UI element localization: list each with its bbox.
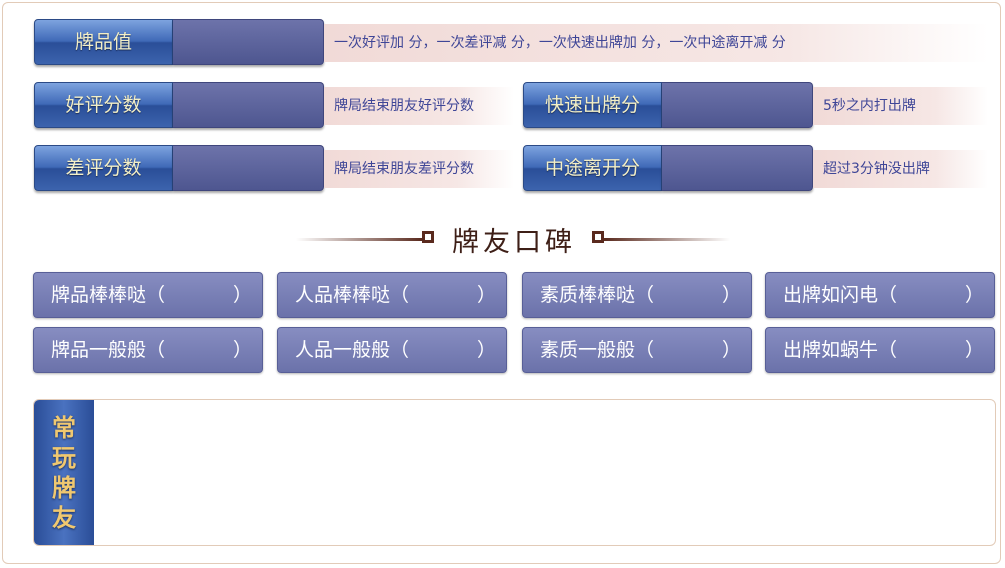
left-midway-label: 中途离开分 — [523, 145, 662, 191]
divider-line-left — [296, 238, 422, 241]
rating-label: 牌品值 — [34, 19, 173, 65]
bad-reviews-value — [173, 145, 324, 191]
tag-good-character[interactable]: 人品棒棒哒（ ） — [277, 272, 507, 318]
friends-label-char: 常 — [52, 412, 76, 442]
bad-reviews-desc: 牌局结束朋友差评分数 — [324, 150, 514, 188]
tag-paren-close: ） — [232, 284, 252, 306]
tag-good-conduct[interactable]: 素质棒棒哒（ ） — [522, 272, 752, 318]
tag-good-card-manners[interactable]: 牌品棒棒哒（ ） — [33, 272, 263, 318]
tag-label: 人品棒棒哒（ — [295, 284, 410, 306]
divider-ornament-left — [422, 231, 434, 243]
friends-label-char: 牌 — [52, 472, 76, 502]
frequent-friends-panel — [33, 399, 996, 546]
divider-line-right — [604, 238, 730, 241]
tag-slow-play[interactable]: 出牌如蜗牛（ ） — [765, 327, 995, 373]
tag-paren-close: ） — [721, 339, 741, 361]
bad-reviews-label: 差评分数 — [34, 145, 173, 191]
tag-paren-close: ） — [476, 284, 496, 306]
divider-ornament-right — [592, 231, 604, 243]
tag-fast-play[interactable]: 出牌如闪电（ ） — [765, 272, 995, 318]
reputation-title: 牌友口碑 — [452, 227, 576, 258]
tag-label: 素质一般般（ — [540, 339, 655, 361]
tag-average-card-manners[interactable]: 牌品一般般（ ） — [33, 327, 263, 373]
friends-label-char: 玩 — [52, 442, 76, 472]
friends-label-char: 友 — [52, 502, 76, 532]
reputation-title-divider: 牌友口碑 — [0, 218, 1005, 258]
quick-play-desc: 5秒之内打出牌 — [813, 87, 988, 125]
rating-value — [173, 19, 324, 65]
rating-rules-text: 一次好评加 分，一次差评减 分，一次快速出牌加 分，一次中途离开减 分 — [324, 24, 988, 62]
left-midway-desc: 超过3分钟没出牌 — [813, 150, 988, 188]
good-reviews-label: 好评分数 — [34, 82, 173, 128]
quick-play-value — [662, 82, 813, 128]
tag-label: 牌品一般般（ — [51, 339, 166, 361]
tag-paren-close: ） — [721, 284, 741, 306]
tag-paren-close: ） — [232, 339, 252, 361]
tag-average-character[interactable]: 人品一般般（ ） — [277, 327, 507, 373]
tag-label: 人品一般般（ — [295, 339, 410, 361]
left-midway-value — [662, 145, 813, 191]
tag-label: 牌品棒棒哒（ — [51, 284, 166, 306]
tag-paren-close: ） — [964, 339, 984, 361]
tag-paren-close: ） — [964, 284, 984, 306]
tag-paren-close: ） — [476, 339, 496, 361]
tag-label: 出牌如蜗牛（ — [783, 339, 898, 361]
tag-average-conduct[interactable]: 素质一般般（ ） — [522, 327, 752, 373]
tag-label: 出牌如闪电（ — [783, 284, 898, 306]
good-reviews-desc: 牌局结束朋友好评分数 — [324, 87, 514, 125]
quick-play-label: 快速出牌分 — [523, 82, 662, 128]
tag-label: 素质棒棒哒（ — [540, 284, 655, 306]
frequent-friends-label: 常 玩 牌 友 — [34, 400, 94, 545]
good-reviews-value — [173, 82, 324, 128]
